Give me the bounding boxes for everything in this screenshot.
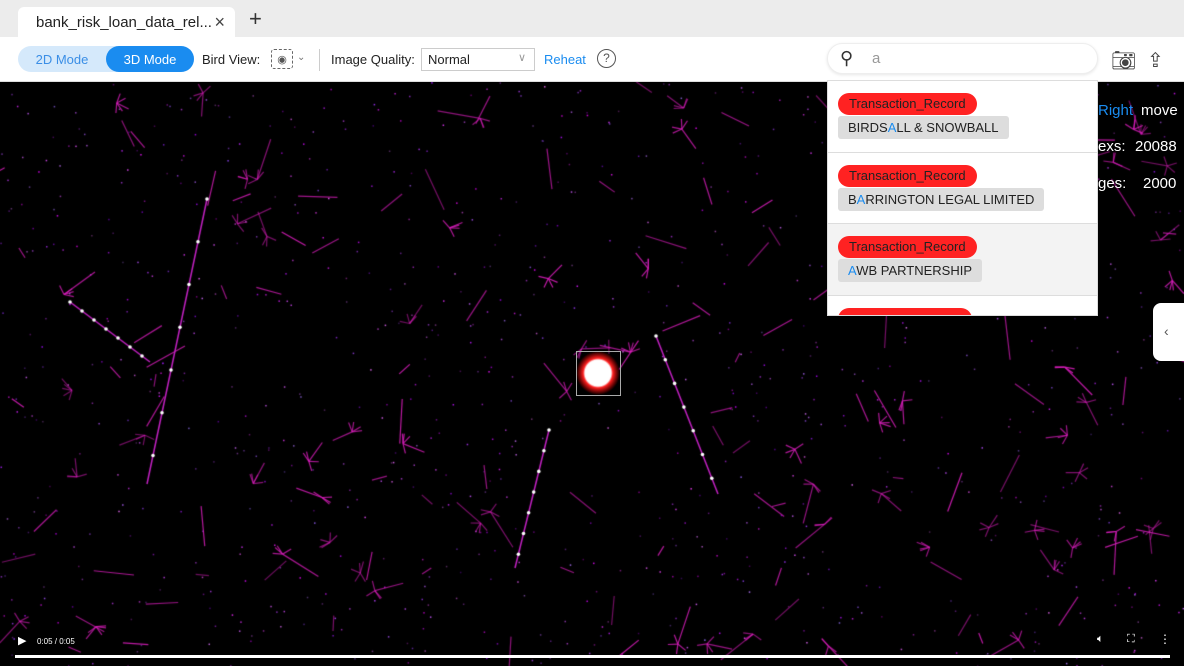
search-result[interactable]: Transaction_Record BIRDSALL & SNOWBALL [828,81,1097,153]
eye-icon[interactable]: ◉ [271,49,293,69]
type-tag [838,307,972,315]
hint-key: Right [1098,102,1134,119]
hint-action: move [1141,102,1178,119]
search-icon: ⚲ [840,48,854,68]
type-tag: Transaction_Record [838,164,977,187]
tab-title: bank_risk_loan_data_rel... [36,13,212,31]
type-tag: Transaction_Record [838,93,977,115]
2d-mode-button[interactable]: 2D Mode [18,46,106,72]
divider [319,49,320,71]
search-results-dropdown: Transaction_Record BIRDSALL & SNOWBALL Tr… [827,80,1098,316]
video-progress-bar[interactable] [15,655,1170,658]
type-tag: Transaction_Record [838,236,977,258]
result-name: BARRINGTON LEGAL LIMITED [838,187,1045,211]
mode-toggle: 2D Mode 3D Mode [18,46,194,72]
3d-mode-button[interactable]: 3D Mode [106,46,194,72]
tab-active[interactable]: bank_risk_loan_data_rel... × [18,7,235,37]
search-result[interactable]: Transaction_Record AWB PARTNERSHIP [828,224,1097,296]
search-result-partial[interactable] [828,296,1097,315]
upload-icon[interactable]: ⇪ [1147,48,1164,73]
bird-view-label: Bird View: [202,52,261,67]
tab-bar: bank_risk_loan_data_rel... × + [0,0,1184,37]
chevron-left-icon: ‹ [1164,323,1169,339]
volume-icon[interactable]: 🔈︎ [1097,633,1104,646]
fullscreen-icon[interactable]: ⛶ [1127,633,1135,646]
result-name: BIRDSALL & SNOWBALL [838,116,1009,139]
new-tab-button[interactable]: + [249,6,262,32]
search-input[interactable] [872,50,1072,67]
video-controls: ▶ 0:05 / 0:05 🔈︎ ⛶ ⋮ [0,630,1184,666]
image-quality-value: Normal [428,52,470,67]
vertexes-value: 20088 [1135,138,1177,155]
image-quality-select[interactable]: Normal ∨ [421,48,535,71]
selected-node-frame [576,351,621,396]
chevron-down-icon[interactable]: ⌄ [297,52,305,63]
edges-label: ges: [1098,175,1127,192]
camera-icon[interactable]: 📷︎ [1111,48,1136,73]
search-box[interactable]: ⚲ [827,43,1098,74]
close-icon[interactable]: × [214,12,225,33]
help-icon[interactable]: ? [597,49,616,68]
reheat-button[interactable]: Reheat [544,52,586,67]
play-icon[interactable]: ▶ [18,634,26,647]
image-quality-label: Image Quality: [331,52,415,67]
search-result[interactable]: Transaction_Record BARRINGTON LEGAL LIMIT… [828,153,1097,224]
chevron-down-icon: ∨ [517,52,526,64]
more-icon[interactable]: ⋮ [1159,632,1171,646]
time-display: 0:05 / 0:05 [37,637,75,646]
edges-value: 2000 [1143,175,1177,192]
result-name: AWB PARTNERSHIP [838,259,983,282]
vertexes-label: exs: [1098,138,1126,155]
collapse-panel-button[interactable]: ‹ [1153,303,1184,361]
